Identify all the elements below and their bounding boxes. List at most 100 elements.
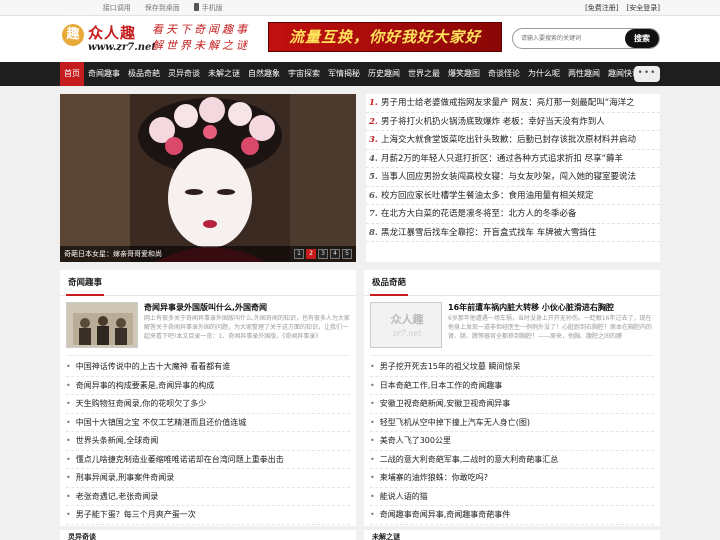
panel-title[interactable]: 极品奇葩: [370, 270, 409, 296]
logo-badge-icon: 趣: [62, 24, 84, 46]
headline-rank: 5.: [369, 172, 378, 182]
hero-image: [60, 94, 356, 262]
headline-item[interactable]: 3. 上海交大就食堂饭菜吃出针头致歉：后勤已封存该批次原材料并启动: [366, 131, 660, 150]
list-item[interactable]: 刑事异闻录,刑事案件奇闻录: [66, 469, 350, 488]
main-nav: 首页 奇闻趣事 极品奇葩 灵异奇谈 未解之谜 自然趣象 宇宙探索 军情揭秘 历史…: [0, 62, 720, 86]
list-item[interactable]: 天生购物狂奇闻录,你的花呗欠了多少: [66, 395, 350, 414]
list-item[interactable]: 美奇人飞了300公里: [370, 432, 654, 451]
nav-item[interactable]: 爆笑趣图: [444, 62, 484, 86]
list-item[interactable]: 男子能下蛋？每三个月爽产蛋一次: [66, 506, 350, 525]
feature-thumbnail[interactable]: 众人趣 zr7.net: [370, 302, 442, 348]
panel-weird-stuff: 极品奇葩 众人趣 zr7.net 16年前遭车祸内脏大转移 小伙心脏滑进右胸腔 …: [364, 270, 660, 526]
search-button[interactable]: 搜索: [625, 29, 659, 48]
thumbnail-brand: 众人趣: [390, 313, 424, 326]
site-logo[interactable]: 趣 众人趣 www.zr7.net: [62, 22, 156, 58]
headline-text: 上海交大就食堂饭菜吃出针头致歉：后勤已封存该批次原材料并启动: [381, 135, 637, 145]
phone-icon: [193, 3, 199, 11]
list-item[interactable]: 老张奇遇记,老张奇闻录: [66, 488, 350, 506]
next-sections: 灵异奇谈 未解之谜: [60, 530, 660, 540]
nav-item[interactable]: 未解之谜: [204, 62, 244, 86]
section-title-mysteries[interactable]: 未解之谜: [364, 530, 660, 540]
list-item[interactable]: 奇闻趣事奇闻异事,奇闻趣事奇葩事件: [370, 506, 654, 525]
nav-item-home[interactable]: 首页: [60, 62, 84, 86]
nav-item[interactable]: 历史趣闻: [364, 62, 404, 86]
headline-text: 月薪2万的年轻人只逛打折区：通过各种方式追求折扣 尽享“薅羊: [381, 153, 624, 164]
headline-item[interactable]: 8. 黑龙江暴雪后找车全靠挖：开盲盒式找车 车牌被大雪挡住: [366, 224, 660, 242]
nav-more-button[interactable]: •••: [634, 66, 660, 82]
menu-dots-icon: · · ·: [66, 3, 89, 13]
list-item[interactable]: 中国神话传说中的上古十大魔神 看看都有谁: [66, 358, 350, 377]
slogan-line-1: 看天下奇闻趣事: [152, 23, 250, 36]
nav-item[interactable]: 奇闻趣事: [84, 62, 124, 86]
top-headlines: 1. 男子用士给老婆做戒指网友求量产 网友：亮灯那一刻最配叫“海洋之 2. 男子将打…: [366, 94, 660, 262]
hero-page-button[interactable]: 5: [342, 249, 352, 259]
nav-item[interactable]: 宇宙探索: [284, 62, 324, 86]
api-link[interactable]: 接口调用: [103, 3, 131, 13]
list-item[interactable]: 男子挖开死去15年的祖父坟墓 瞬间惊呆: [370, 358, 654, 377]
headline-item[interactable]: 2. 男子将打火机扔火锅汤底致爆炸 老板：幸好当天没有炸到人: [366, 113, 660, 131]
headline-item[interactable]: 5. 当事人回应男扮女装闯高校女寝：与女友吵架，闯入她的寝室要说法: [366, 168, 660, 187]
slogan-line-2: 解世界未解之谜: [152, 39, 250, 52]
mobile-version-label: 手机版: [201, 4, 223, 12]
nav-item[interactable]: 世界之最: [404, 62, 444, 86]
top-utility-bar: · · · 接口调用 保存到桌面 手机版 [免费注册] [安全登录]: [0, 0, 720, 16]
section-title-supernatural[interactable]: 灵异奇谈: [60, 530, 356, 540]
list-item[interactable]: 日本奇葩工作,日本工作的奇闻趣事: [370, 377, 654, 395]
headline-item[interactable]: 1. 男子用士给老婆做戒指网友求量产 网友：亮灯那一刻最配叫“海洋之: [366, 94, 660, 113]
logo-title: 众人趣: [88, 24, 137, 42]
list-item[interactable]: 懂点儿啥捷克制造业萎缩唯唯诺诺却在台湾问题上重拳出击: [66, 451, 350, 469]
feature-title[interactable]: 16年前遭车祸内脏大转移 小伙心脏滑进右胸腔: [448, 302, 614, 313]
hero-page-button[interactable]: 1: [294, 249, 304, 259]
hero-slider[interactable]: 奇葩日本女星：嫁亲哥哥爱和尚 1 2 3 4 5: [60, 94, 356, 262]
headline-text: 男子用士给老婆做戒指网友求量产 网友：亮灯那一刻最配叫“海洋之: [381, 98, 635, 108]
list-item[interactable]: 二战的意大利奇葩军事,二战时的意大利奇葩事汇总: [370, 451, 654, 469]
headline-rank: 7.: [369, 209, 378, 219]
nav-item[interactable]: 军情揭秘: [324, 62, 364, 86]
nav-item[interactable]: 极品奇葩: [124, 62, 164, 86]
site-slogan: 看天下奇闻趣事 解世界未解之谜: [152, 22, 274, 54]
hero-page-button[interactable]: 4: [330, 249, 340, 259]
list-item[interactable]: 柬埔寨的油炸狼蛛：你敢吃吗?: [370, 469, 654, 488]
feature-article[interactable]: 奇闻异事录外国版叫什么,外国奇闻 网上有很多关于奇闻异事录外国版叫什么,外国奇闻…: [66, 302, 350, 356]
headline-text: 在北方大白菜的花语是凛冬将至：北方人的冬季必备: [381, 209, 577, 219]
mobile-version-link[interactable]: 手机版: [193, 3, 223, 13]
logo-url: www.zr7.net: [88, 42, 156, 53]
site-header: 趣 众人趣 www.zr7.net 看天下奇闻趣事 解世界未解之谜 流量互换，你…: [0, 16, 720, 62]
list-item[interactable]: 安徽卫视奇葩新闻,安徽卫视奇闻异事: [370, 395, 654, 414]
banner-ad[interactable]: 流量互换，你好我好大家好: [268, 22, 502, 52]
hero-page-button-active[interactable]: 2: [306, 249, 316, 259]
headline-rank: 3.: [369, 135, 378, 145]
panel-header: 极品奇葩: [364, 270, 660, 296]
feature-title[interactable]: 奇闻异事录外国版叫什么,外国奇闻: [144, 302, 267, 313]
hero-page-button[interactable]: 3: [318, 249, 328, 259]
headline-rank: 8.: [369, 227, 378, 238]
nav-item[interactable]: 灵异奇谈: [164, 62, 204, 86]
headline-rank: 1.: [369, 98, 378, 108]
headline-text: 男子将打火机扔火锅汤底致爆炸 老板：幸好当天没有炸到人: [381, 116, 605, 127]
article-list: 男子挖开死去15年的祖父坟墓 瞬间惊呆 日本奇葩工作,日本工作的奇闻趣事 安徽卫…: [364, 356, 660, 525]
hero-pager: 1 2 3 4 5: [294, 249, 352, 259]
headline-item[interactable]: 6. 校方回应家长吐槽学生餐油太多：食用油用量有相关规定: [366, 187, 660, 205]
panel-title[interactable]: 奇闻趣事: [66, 270, 105, 296]
headline-rank: 2.: [369, 116, 378, 127]
nav-item[interactable]: 自然趣象: [244, 62, 284, 86]
search-input[interactable]: [513, 29, 623, 48]
feature-article[interactable]: 众人趣 zr7.net 16年前遭车祸内脏大转移 小伙心脏滑进右胸腔 6岁那年他…: [370, 302, 654, 356]
list-item[interactable]: 世界头条新闻,全球奇闻: [66, 432, 350, 451]
list-item[interactable]: 中国十大镇国之宝 不仅工艺精湛而且还价值连城: [66, 414, 350, 432]
list-item[interactable]: 轻型飞机从空中掉下撞上汽车无人身亡(图): [370, 414, 654, 432]
login-link[interactable]: [安全登录]: [627, 3, 660, 13]
register-link[interactable]: [免费注册]: [585, 3, 618, 13]
nav-item[interactable]: 奇谈怪论: [484, 62, 524, 86]
headline-item[interactable]: 7. 在北方大白菜的花语是凛冬将至：北方人的冬季必备: [366, 205, 660, 224]
article-list: 中国神话传说中的上古十大魔神 看看都有谁 奇闻异事的构成要素是,奇闻异事的构成 …: [60, 356, 356, 525]
panel-header: 奇闻趣事: [60, 270, 356, 296]
feature-thumbnail[interactable]: [66, 302, 138, 348]
nav-item[interactable]: 两性趣闻: [564, 62, 604, 86]
list-item[interactable]: 能说人语的猫: [370, 488, 654, 506]
list-item[interactable]: 奇闻异事的构成要素是,奇闻异事的构成: [66, 377, 350, 395]
headline-text: 当事人回应男扮女装闯高校女寝：与女友吵架，闯入她的寝室要说法: [381, 172, 637, 182]
nav-item[interactable]: 为什么呢: [524, 62, 564, 86]
headline-item[interactable]: 4. 月薪2万的年轻人只逛打折区：通过各种方式追求折扣 尽享“薅羊: [366, 150, 660, 168]
save-to-desktop-link[interactable]: 保存到桌面: [145, 3, 180, 13]
